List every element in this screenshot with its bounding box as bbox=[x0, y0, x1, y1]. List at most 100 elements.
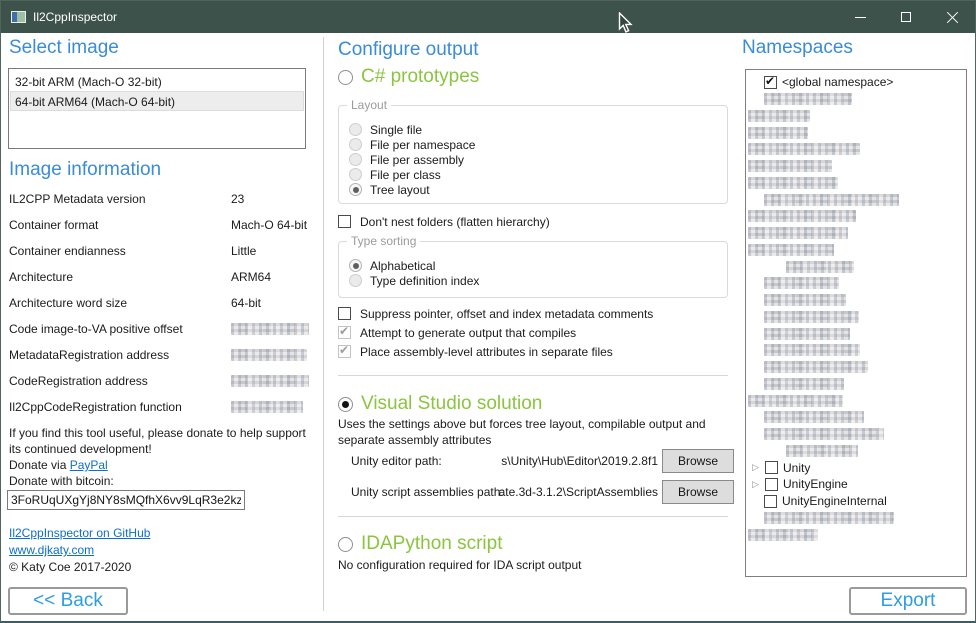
namespace-item[interactable] bbox=[746, 225, 966, 242]
flatten-checkbox-row[interactable]: Don't nest folders (flatten hierarchy) bbox=[338, 212, 550, 231]
namespace-item[interactable]: UnityEngineInternal bbox=[746, 493, 966, 510]
namespace-item[interactable] bbox=[746, 409, 966, 426]
flatten-checkbox[interactable] bbox=[338, 215, 351, 228]
checkbox-label: Suppress pointer, offset and index metad… bbox=[360, 307, 653, 321]
app-window: Il2CppInspector Select image 32-bit ARM … bbox=[0, 0, 976, 623]
namespace-item[interactable]: ▷ Unity bbox=[746, 459, 966, 476]
checkbox-icon[interactable] bbox=[338, 345, 351, 358]
namespace-item[interactable] bbox=[746, 325, 966, 342]
expander-icon[interactable]: ▷ bbox=[752, 463, 761, 472]
csharp-prototypes-option[interactable]: C# prototypes bbox=[338, 65, 479, 89]
namespace-checkbox[interactable] bbox=[765, 461, 778, 474]
visual-studio-option[interactable]: Visual Studio solution bbox=[338, 392, 542, 416]
namespaces-list[interactable]: <global namespace> ▷ Unity ▷ UnityEngine Unit… bbox=[745, 69, 967, 577]
copyright-text: © Katy Coe 2017-2020 bbox=[9, 559, 131, 575]
namespace-item[interactable] bbox=[746, 309, 966, 326]
info-row: Il2CppCodeRegistration function bbox=[9, 394, 315, 420]
radio-option[interactable]: File per namespace bbox=[349, 137, 721, 152]
back-button[interactable]: << Back bbox=[8, 587, 128, 615]
image-listbox[interactable]: 32-bit ARM (Mach-O 32-bit)64-bit ARM64 (… bbox=[8, 68, 306, 149]
radio-option[interactable]: Type definition index bbox=[349, 273, 721, 288]
unity-editor-browse-button[interactable]: Browse bbox=[662, 449, 734, 473]
radio-icon[interactable] bbox=[349, 274, 362, 287]
namespace-item[interactable] bbox=[746, 392, 966, 409]
unity-assemblies-browse-button[interactable]: Browse bbox=[662, 480, 734, 504]
namespace-item[interactable] bbox=[746, 258, 966, 275]
export-button[interactable]: Export bbox=[849, 587, 967, 615]
redacted-namespace bbox=[764, 311, 859, 323]
image-list-item[interactable]: 32-bit ARM (Mach-O 32-bit) bbox=[10, 71, 304, 91]
namespace-item[interactable] bbox=[746, 158, 966, 175]
titlebar[interactable]: Il2CppInspector bbox=[1, 1, 975, 33]
radio-icon[interactable] bbox=[349, 138, 362, 151]
radio-option[interactable]: File per class bbox=[349, 167, 721, 182]
namespace-item[interactable] bbox=[746, 191, 966, 208]
namespace-label: UnityEngine bbox=[783, 477, 848, 491]
radio-option[interactable]: Single file bbox=[349, 122, 721, 137]
website-link[interactable]: www.djkaty.com bbox=[9, 542, 94, 558]
info-label: Architecture word size bbox=[9, 296, 231, 310]
output-checkbox-row[interactable]: Suppress pointer, offset and index metad… bbox=[338, 304, 653, 323]
csharp-prototypes-radio[interactable] bbox=[338, 70, 353, 85]
redacted-namespace bbox=[748, 210, 856, 222]
namespace-item[interactable] bbox=[746, 275, 966, 292]
info-value: Little bbox=[231, 244, 256, 258]
namespace-checkbox[interactable] bbox=[764, 495, 777, 508]
radio-option[interactable]: Alphabetical bbox=[349, 258, 721, 273]
github-link[interactable]: Il2CppInspector on GitHub bbox=[9, 525, 150, 541]
redacted-namespace bbox=[748, 395, 843, 407]
visual-studio-radio[interactable] bbox=[338, 397, 353, 412]
checkbox-icon[interactable] bbox=[338, 326, 351, 339]
namespace-item[interactable] bbox=[746, 141, 966, 158]
namespace-item[interactable] bbox=[746, 443, 966, 460]
idapython-option[interactable]: IDAPython script bbox=[338, 532, 503, 556]
radio-icon[interactable] bbox=[349, 123, 362, 136]
namespace-item[interactable]: ▷ UnityEngine bbox=[746, 476, 966, 493]
info-table: IL2CPP Metadata version23Container forma… bbox=[9, 186, 315, 420]
output-checkbox-row[interactable]: Attempt to generate output that compiles bbox=[338, 323, 653, 342]
namespace-item[interactable] bbox=[746, 108, 966, 125]
minimize-icon bbox=[855, 17, 866, 18]
image-list-item[interactable]: 64-bit ARM64 (Mach-O 64-bit) bbox=[10, 91, 304, 111]
namespace-item[interactable] bbox=[746, 376, 966, 393]
idapython-radio[interactable] bbox=[338, 537, 353, 552]
close-button[interactable] bbox=[929, 1, 975, 33]
namespace-label: Unity bbox=[783, 461, 810, 475]
namespace-checkbox[interactable] bbox=[765, 478, 778, 491]
checkbox-icon[interactable] bbox=[338, 307, 351, 320]
redacted-namespace bbox=[748, 127, 808, 139]
namespace-item[interactable] bbox=[746, 426, 966, 443]
namespace-item[interactable] bbox=[746, 91, 966, 108]
radio-option[interactable]: File per assembly bbox=[349, 152, 721, 167]
namespace-item[interactable] bbox=[746, 208, 966, 225]
namespace-item[interactable] bbox=[746, 510, 966, 527]
radio-icon[interactable] bbox=[349, 168, 362, 181]
checkbox-label: Place assembly-level attributes in separ… bbox=[360, 345, 613, 359]
expander-icon[interactable]: ▷ bbox=[752, 480, 761, 489]
radio-option[interactable]: Tree layout bbox=[349, 182, 721, 197]
radio-icon[interactable] bbox=[349, 259, 362, 272]
namespace-item[interactable] bbox=[746, 124, 966, 141]
maximize-button[interactable] bbox=[883, 1, 929, 33]
namespace-checkbox[interactable] bbox=[764, 76, 777, 89]
minimize-button[interactable] bbox=[837, 1, 883, 33]
info-row: CodeRegistration address bbox=[9, 368, 315, 394]
output-checkbox-row[interactable]: Place assembly-level attributes in separ… bbox=[338, 342, 653, 361]
redacted-namespace bbox=[748, 160, 832, 172]
type-sorting-groupbox: Type sorting AlphabeticalType definition… bbox=[338, 241, 728, 298]
namespace-item[interactable] bbox=[746, 359, 966, 376]
namespace-item[interactable] bbox=[746, 175, 966, 192]
namespace-item[interactable] bbox=[746, 526, 966, 543]
namespace-item[interactable] bbox=[746, 242, 966, 259]
paypal-link[interactable]: PayPal bbox=[70, 457, 108, 473]
radio-icon[interactable] bbox=[349, 153, 362, 166]
bitcoin-address-input[interactable] bbox=[7, 490, 245, 510]
radio-icon[interactable] bbox=[349, 183, 362, 196]
namespace-item[interactable] bbox=[746, 342, 966, 359]
redacted-namespace bbox=[764, 194, 899, 206]
redacted-namespace bbox=[764, 411, 864, 423]
namespace-item[interactable] bbox=[746, 292, 966, 309]
image-info-heading: Image information bbox=[9, 159, 161, 181]
section-divider bbox=[338, 516, 728, 517]
namespace-item[interactable]: <global namespace> bbox=[746, 74, 966, 91]
